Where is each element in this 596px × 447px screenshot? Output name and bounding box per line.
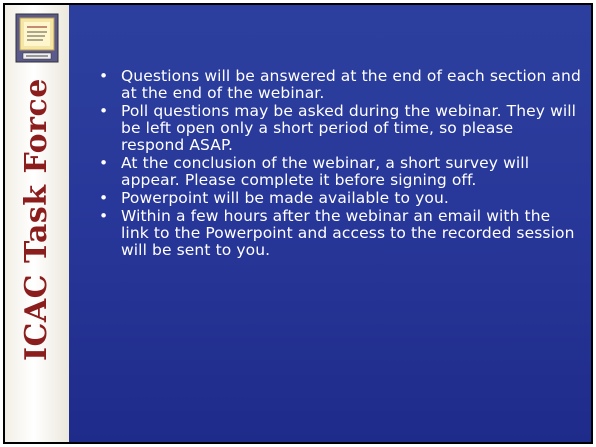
bullet-text: Questions will be answered at the end of… <box>121 67 581 102</box>
bullet-text: Powerpoint will be made available to you… <box>121 189 449 207</box>
list-item: • At the conclusion of the webinar, a sh… <box>97 155 581 189</box>
list-item: • Powerpoint will be made available to y… <box>97 190 581 207</box>
list-item: • Poll questions may be asked during the… <box>97 103 581 154</box>
bullet-icon: • <box>99 102 109 120</box>
bullet-icon: • <box>99 189 109 207</box>
sidebar-title: ICAC Task Force <box>19 78 54 361</box>
icac-logo-icon <box>15 13 59 63</box>
bullet-list: • Questions will be answered at the end … <box>97 68 581 260</box>
slide: ICAC Task Force • Questions will be answ… <box>3 3 593 444</box>
bullet-icon: • <box>99 207 109 225</box>
list-item: • Within a few hours after the webinar a… <box>97 208 581 259</box>
bullet-text: Within a few hours after the webinar an … <box>121 207 575 259</box>
sidebar: ICAC Task Force <box>5 5 69 442</box>
bullet-text: Poll questions may be asked during the w… <box>121 102 577 154</box>
bullet-text: At the conclusion of the webinar, a shor… <box>121 154 530 189</box>
list-item: • Questions will be answered at the end … <box>97 68 581 102</box>
bullet-icon: • <box>99 67 109 85</box>
bullet-icon: • <box>99 154 109 172</box>
